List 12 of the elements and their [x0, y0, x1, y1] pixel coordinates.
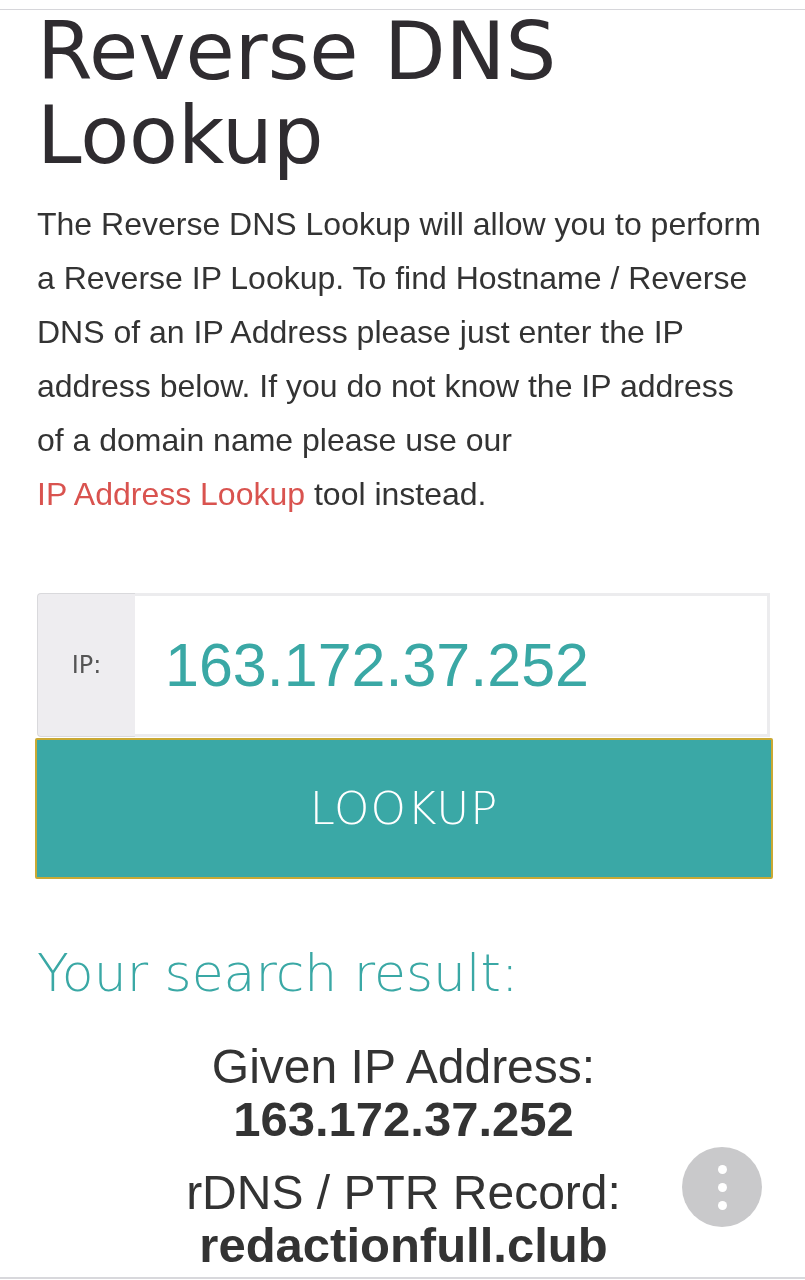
intro-paragraph: The Reverse DNS Lookup will allow you to perform a Reverse IP Lookup. To find Hostname / Reverse DNS of an IP Address please just enter the IP address below. If you do not know the IP address of a domain name please use our IP Address Lookup tool instead. [37, 205, 762, 514]
ip-input-field[interactable]: 163.172.37.252 [135, 593, 770, 737]
result-title: Your search result: [37, 942, 519, 1004]
result-label: rDNS / PTR Record: [186, 1167, 621, 1219]
lookup-button[interactable]: LOOKUP [35, 738, 773, 879]
ip-label: IP: [37, 593, 135, 737]
result-value: redactionfull.club [199, 1219, 608, 1271]
more-vertical-icon [717, 1164, 727, 1210]
page-title: Reverse DNS Lookup [37, 10, 558, 178]
result-label: Given IP Address: [211, 1041, 596, 1093]
ip-address-lookup-link[interactable]: IP Address Lookup [37, 476, 306, 512]
result-value: 163.172.37.252 [233, 1093, 574, 1145]
